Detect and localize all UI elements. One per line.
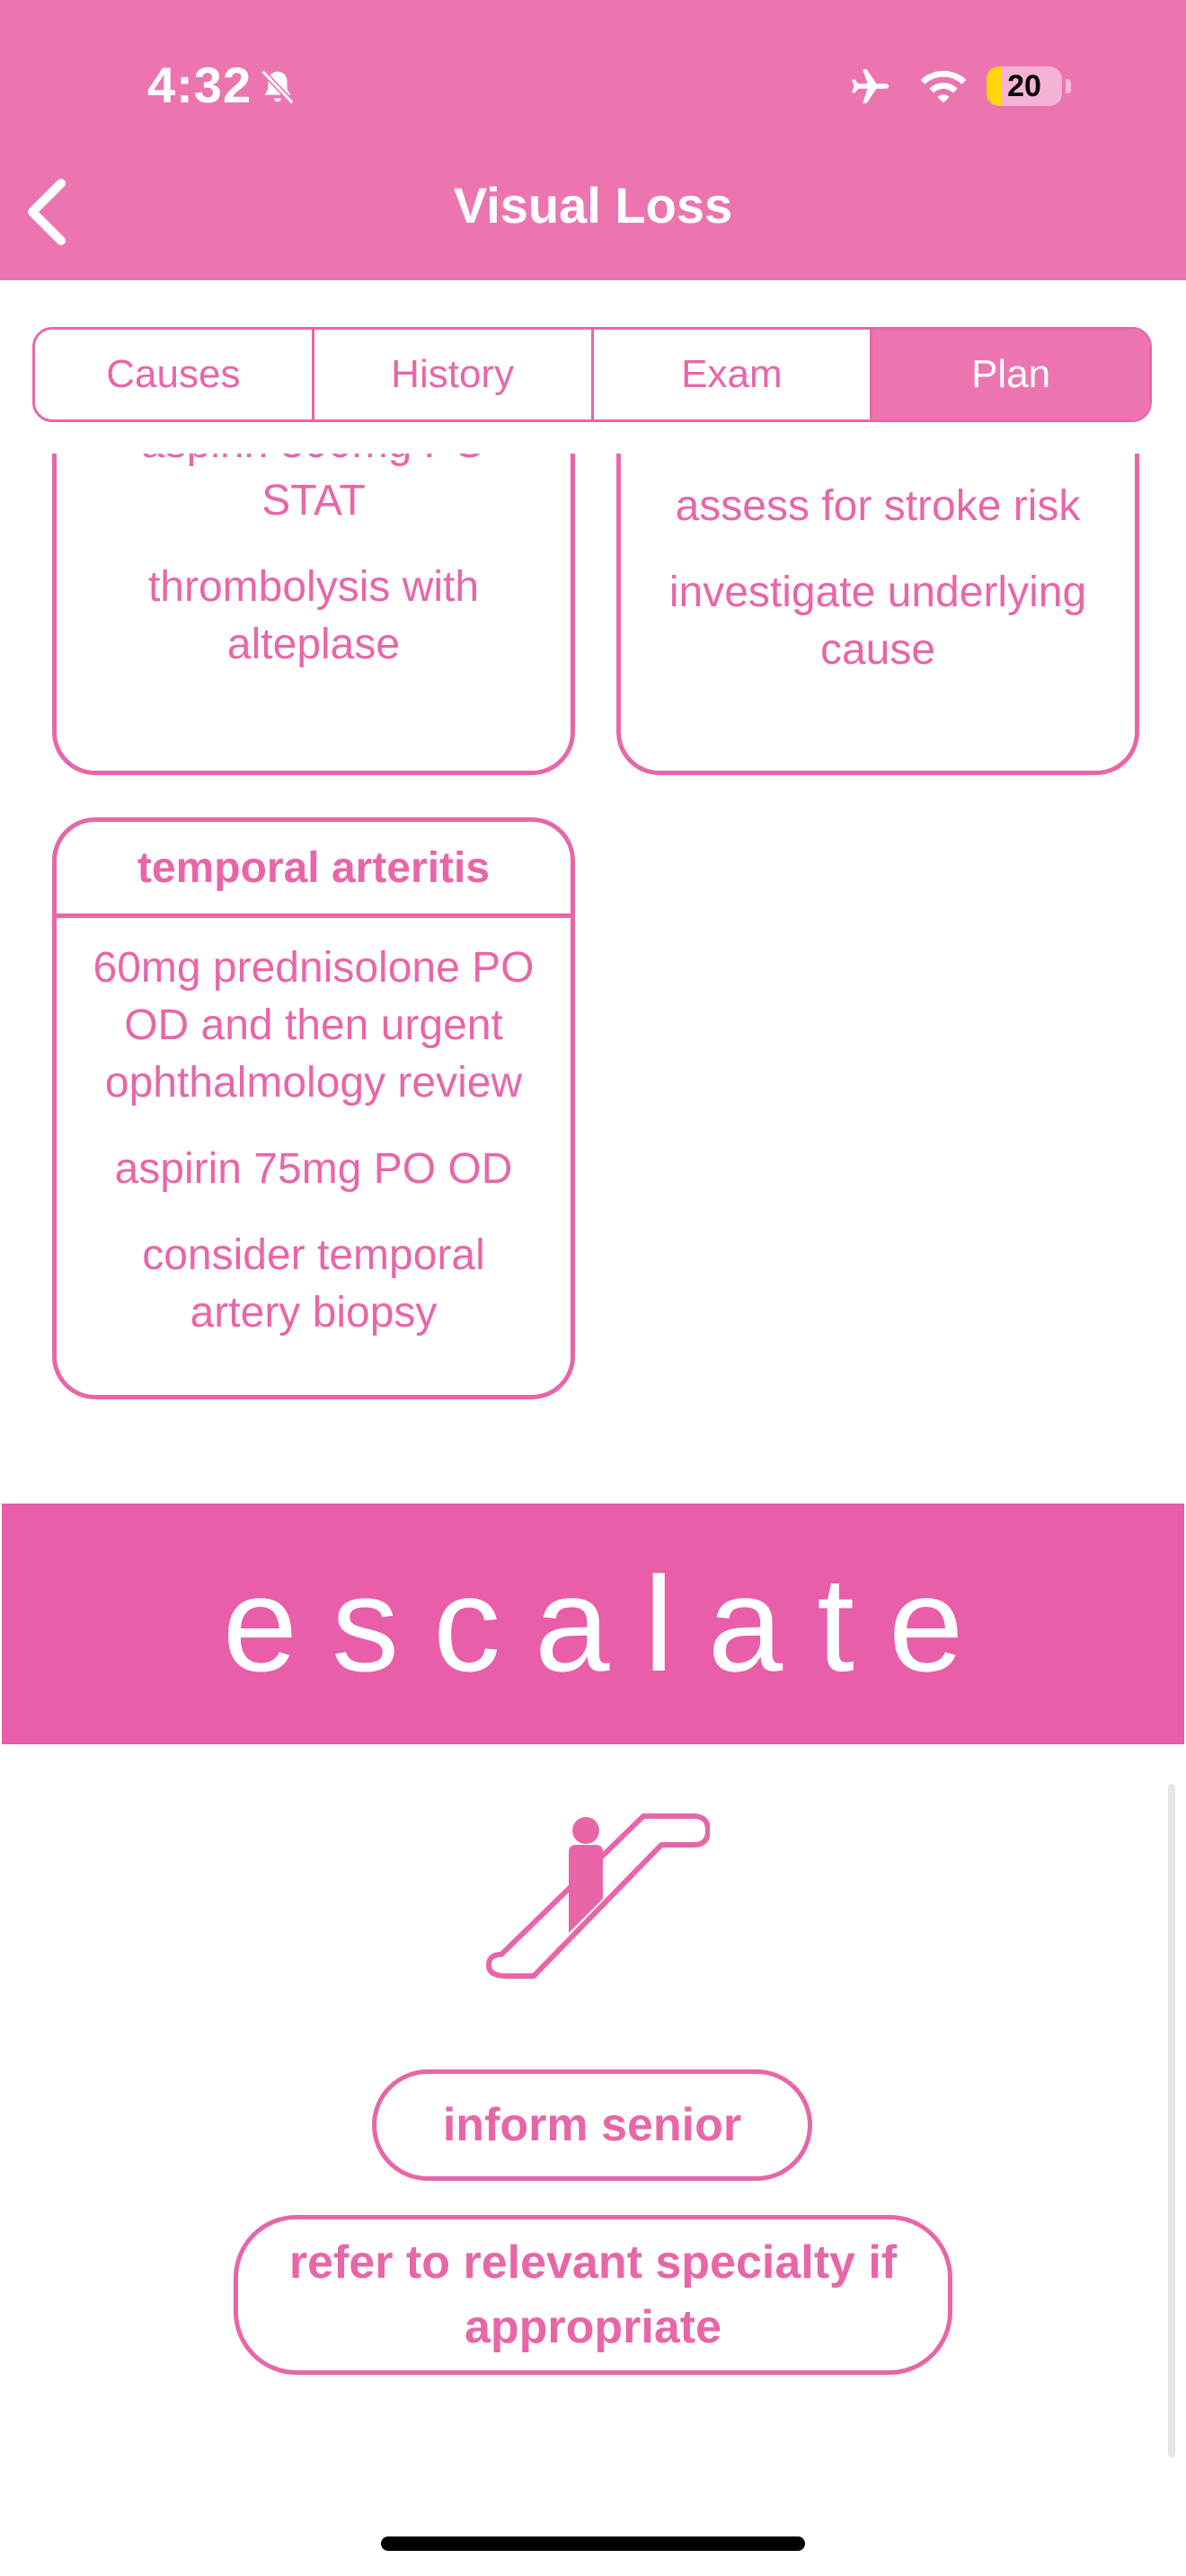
battery-icon: 20 bbox=[987, 66, 1062, 106]
button-label: inform senior bbox=[442, 2099, 742, 2151]
battery-cap bbox=[1066, 79, 1071, 93]
page-title: Visual Loss bbox=[453, 177, 733, 234]
tab-label: Plan bbox=[971, 352, 1051, 396]
card-line: aspirin 300mg PO STAT bbox=[141, 454, 486, 525]
card-line: consider temporal artery biopsy bbox=[142, 1231, 485, 1337]
card-line: assess for stroke risk bbox=[675, 482, 1081, 530]
tab-label: History bbox=[391, 352, 515, 396]
bell-slash-icon bbox=[261, 69, 295, 105]
tab-plan[interactable]: Plan bbox=[870, 330, 1149, 419]
card-line: aspirin 75mg PO OD bbox=[114, 1145, 513, 1193]
plan-card-right-partial: assess for stroke risk investigate under… bbox=[616, 454, 1139, 775]
plan-card-left-partial: aspirin 300mg PO STAT thrombolysis with … bbox=[52, 454, 575, 775]
refer-specialty-button[interactable]: refer to relevant specialty if appropria… bbox=[234, 2215, 952, 2375]
tab-causes[interactable]: Causes bbox=[35, 330, 312, 419]
navigation-header: 4:32 20 Visual Loss bbox=[0, 0, 1186, 280]
button-label: refer to relevant specialty if appropria… bbox=[288, 2236, 898, 2353]
escalator-person-icon bbox=[486, 1813, 710, 1979]
escalate-banner: escalate bbox=[2, 1504, 1184, 1744]
plan-cards-area: aspirin 300mg PO STAT thrombolysis with … bbox=[0, 454, 1186, 1442]
segmented-tabs: Causes History Exam Plan bbox=[32, 327, 1152, 422]
card-line: thrombolysis with alteplase bbox=[147, 563, 480, 668]
tab-label: Causes bbox=[106, 352, 241, 396]
home-indicator[interactable] bbox=[381, 2536, 805, 2551]
plan-card-temporal-arteritis: temporal arteritis 60mg prednisolone PO … bbox=[52, 817, 575, 1399]
tab-label: Exam bbox=[681, 352, 783, 396]
scrollbar[interactable] bbox=[1168, 1784, 1175, 2457]
wifi-icon bbox=[920, 70, 967, 103]
airplane-icon bbox=[852, 69, 889, 103]
escalate-heading: escalate bbox=[222, 1548, 998, 1699]
inform-senior-button[interactable]: inform senior bbox=[372, 2069, 812, 2181]
tab-history[interactable]: History bbox=[311, 330, 591, 419]
card-title: temporal arteritis bbox=[57, 822, 571, 918]
card-line: 60mg prednisolone PO OD and then urgent … bbox=[93, 944, 535, 1107]
tab-exam[interactable]: Exam bbox=[590, 330, 871, 419]
status-time: 4:32 bbox=[147, 57, 252, 113]
card-line: investigate underlying cause bbox=[668, 569, 1087, 674]
battery-level: 20 bbox=[1007, 69, 1041, 103]
